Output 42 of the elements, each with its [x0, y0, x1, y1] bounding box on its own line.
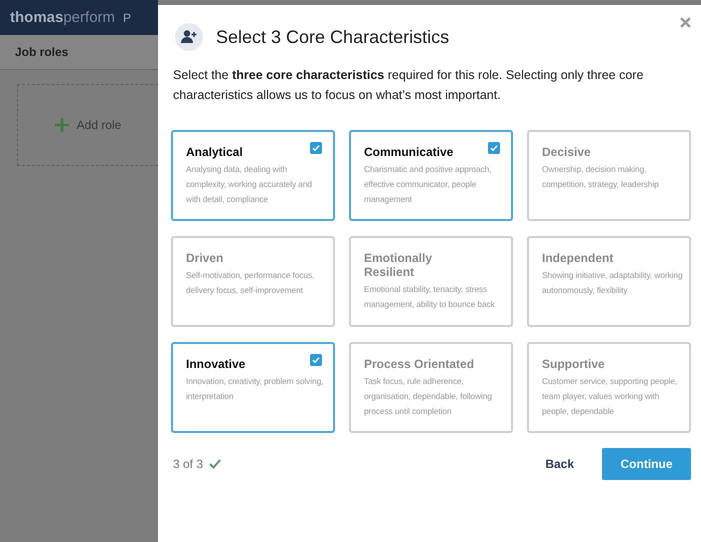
card-description: Analysing data, dealing with complexity, working accurately and with detail, compliance — [186, 163, 313, 206]
dialog-title: Select 3 Core Characteristics — [216, 26, 450, 48]
card-description: Task focus, rule adherence, organisation, dependable, following process until completion — [364, 375, 493, 418]
characteristic-card[interactable]: Independent Showing initiative, adaptability, working autonomously, flexibility — [527, 236, 691, 327]
characteristic-card[interactable]: Driven Self-motivation, performance focus, delivery focus, self-improvement — [171, 236, 335, 327]
nav-item[interactable]: P — [123, 10, 132, 24]
characteristic-card[interactable]: Decisive Ownership, decision making, competition, strategy, leadership — [527, 130, 691, 221]
back-button[interactable]: Back — [533, 447, 586, 481]
card-description: Ownership, decision making, competition, strategy, leadership — [542, 163, 660, 191]
card-title: Emotionally Resilient — [364, 251, 434, 279]
card-title: Supportive — [542, 357, 606, 371]
card-description: Showing initiative, adaptability, working autonomously, flexibility — [542, 269, 683, 297]
plus-icon — [54, 118, 69, 132]
close-icon[interactable] — [680, 17, 691, 28]
intro-text: Select the three core characteristics required for this role. Selecting only three core characteristics allows us to focus on what’s most important. — [173, 67, 644, 104]
checkbox-checked-icon — [310, 354, 322, 366]
selection-count: 3 of 3 — [173, 457, 204, 471]
add-user-icon — [175, 23, 203, 51]
check-icon — [209, 459, 222, 469]
card-title: Decisive — [542, 145, 592, 159]
checkbox-checked-icon — [488, 142, 500, 154]
card-title: Independent — [542, 251, 614, 265]
card-description: Charismatic and positive approach, effective communicator, people management — [364, 163, 492, 206]
card-title: Communicative — [364, 145, 454, 159]
characteristic-card[interactable]: Innovative Innovation, creativity, problem solving, interpretation — [171, 342, 335, 433]
characteristic-card[interactable]: Supportive Customer service, supporting people, team player, values working with people, dependable — [527, 342, 691, 433]
checkbox-checked-icon — [310, 142, 322, 154]
app-logo: thomasperform — [10, 9, 116, 26]
card-description: Emotional stability, tenacity, stress management, ability to bounce back — [364, 283, 496, 311]
characteristic-card[interactable]: Process Orientated Task focus, rule adherence, organisation, dependable, following process until completion — [349, 342, 513, 433]
card-title: Analytical — [186, 145, 244, 159]
card-title: Driven — [186, 251, 224, 265]
section-title: Job roles — [15, 45, 68, 59]
characteristic-card[interactable]: Communicative Charismatic and positive approach, effective communicator, people management — [349, 130, 513, 221]
card-description: Customer service, supporting people, team player, values working with people, dependable — [542, 375, 678, 418]
card-description: Self-motivation, performance focus, delivery focus, self-improvement — [186, 269, 316, 297]
characteristic-card[interactable]: Emotionally Resilient Emotional stability, tenacity, stress management, ability to bounce back — [349, 236, 513, 327]
card-title: Process Orientated — [364, 357, 476, 371]
continue-button[interactable]: Continue — [602, 448, 691, 480]
characteristic-card[interactable]: Analytical Analysing data, dealing with complexity, working accurately and with detail, compliance — [171, 130, 335, 221]
card-description: Innovation, creativity, problem solving, interpretation — [186, 375, 324, 403]
card-title: Innovative — [186, 357, 246, 371]
